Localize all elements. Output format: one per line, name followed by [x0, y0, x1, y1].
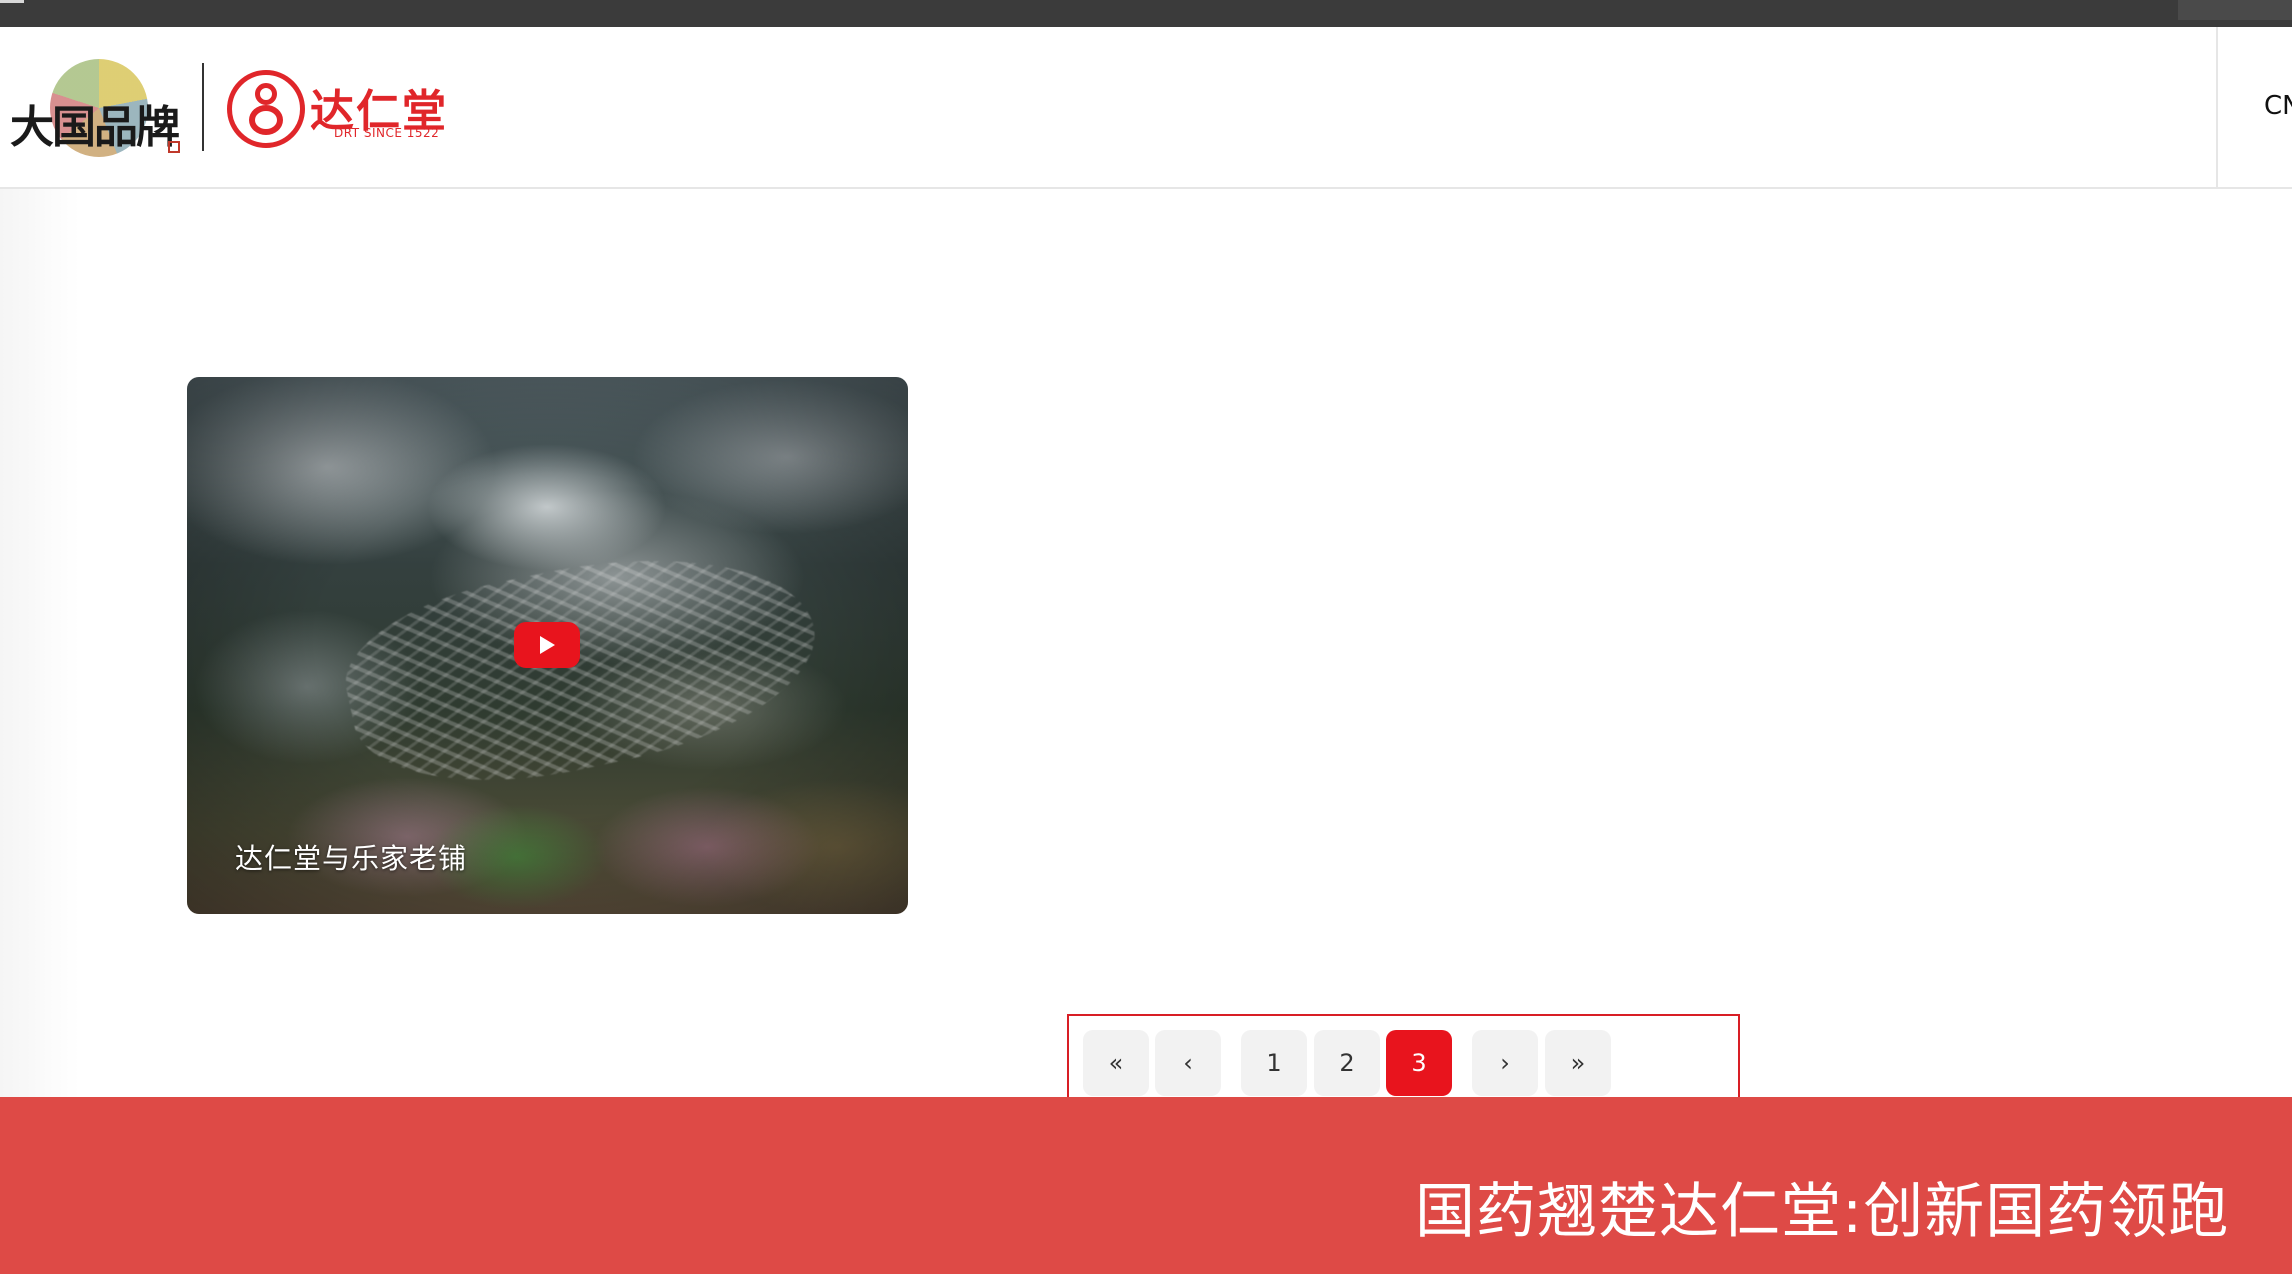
prev-page-button[interactable]: ‹	[1155, 1030, 1221, 1096]
great-brand-badge[interactable]: 大国品牌	[10, 57, 185, 159]
page-button-2[interactable]: 2	[1314, 1030, 1380, 1096]
language-switch[interactable]: CN	[2264, 91, 2292, 121]
brand-badge-text: 大国品牌	[10, 102, 180, 153]
window-tab[interactable]	[2178, 0, 2292, 20]
video-title[interactable]: 达仁堂与乐家老铺	[235, 837, 467, 877]
play-icon[interactable]	[514, 622, 580, 668]
logo-divider	[202, 63, 204, 151]
next-page-button[interactable]: ›	[1472, 1030, 1538, 1096]
footer-banner: 国药翘楚达仁堂:创新国药领跑	[0, 1097, 2292, 1274]
logo-since: DRT SINCE 1522	[334, 126, 440, 140]
page-button-1[interactable]: 1	[1241, 1030, 1307, 1096]
play-triangle	[540, 636, 555, 654]
seal-icon	[168, 141, 180, 153]
header-divider	[2216, 27, 2218, 187]
last-page-button[interactable]: »	[1545, 1030, 1611, 1096]
page-button-3-current[interactable]: 3	[1386, 1030, 1452, 1096]
drt-logo-icon[interactable]	[227, 70, 305, 148]
logo-mark-part	[255, 83, 277, 105]
browser-top-strip	[0, 0, 2292, 27]
site-header: 大国品牌 达仁堂 DRT SINCE 1522 CN	[0, 27, 2292, 189]
first-page-button[interactable]: «	[1083, 1030, 1149, 1096]
logo-mark-part	[249, 105, 283, 135]
window-tab-indicator	[0, 0, 24, 3]
main-content: 达仁堂与乐家老铺 « ‹ 1 2 3 › »	[0, 189, 2292, 1138]
video-card[interactable]: 达仁堂与乐家老铺	[187, 377, 908, 914]
footer-ticker-text: 国药翘楚达仁堂:创新国药领跑	[1415, 1177, 2230, 1247]
